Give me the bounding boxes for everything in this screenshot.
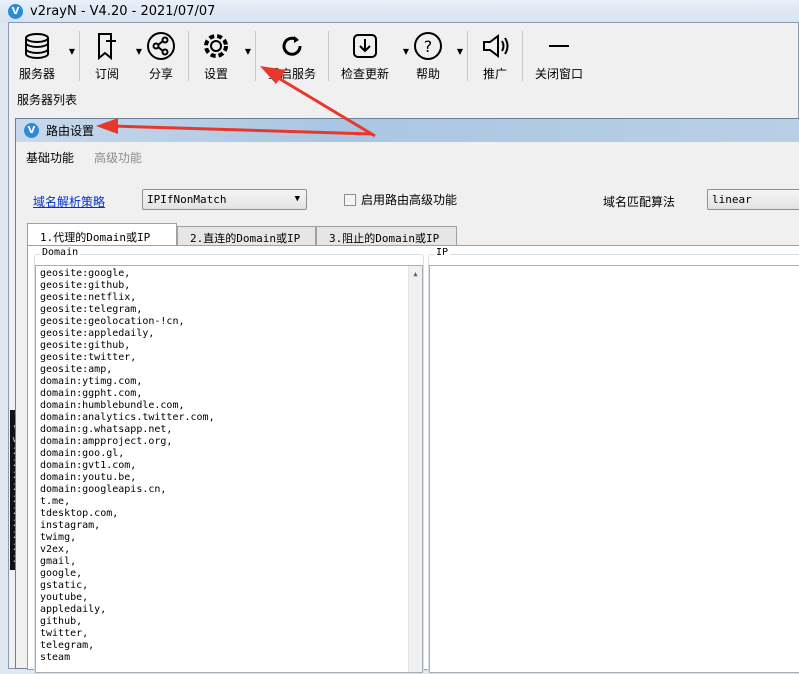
svg-text:?: ? [424, 37, 433, 56]
dropdown-arrow-icon[interactable]: ▼ [69, 47, 75, 56]
toolbar-button-gear[interactable]: 设置 ▼ [195, 27, 251, 83]
checkbox-box[interactable] [344, 193, 356, 206]
title-bar: V v2rayN - V4.20 - 2021/07/07 [0, 0, 799, 22]
help-icon: ? [414, 32, 443, 60]
domain-matcher-label: 域名匹配算法 [603, 195, 676, 209]
toolbar-button-minimize[interactable]: 关闭窗口 [529, 27, 589, 83]
toolbar-button-label: 服务器 [19, 67, 56, 81]
chevron-down-icon: ▼ [294, 194, 300, 204]
toolbar-button-database[interactable]: 服务器 ▼ [13, 27, 75, 83]
scroll-up-icon[interactable]: ▲ [409, 266, 422, 280]
toolbar-button-bookmark-plus[interactable]: 订阅 ▼ [86, 27, 142, 83]
gear-icon [204, 34, 229, 58]
toolbar-button-share[interactable]: 分享 [140, 27, 182, 83]
rule-tabs: 1.代理的Domain或IP 2.直连的Domain或IP 3.阻止的Domai… [27, 223, 457, 246]
dialog-menu: 基础功能 高级功能 [26, 149, 142, 166]
toolbar-button-label: 帮助 [416, 67, 441, 81]
toolbar-separator [79, 31, 81, 81]
dropdown-arrow-icon[interactable]: ▼ [457, 47, 463, 56]
tab-block[interactable]: 3.阻止的Domain或IP [316, 226, 457, 246]
toolbar-button-label: 检查更新 [341, 67, 390, 81]
domain-text: geosite:google, geosite:github, geosite:… [40, 268, 215, 663]
scrollbar[interactable]: ▲ [408, 266, 422, 672]
toolbar-button-help[interactable]: ? 帮助 ▼ [407, 27, 463, 83]
domain-matcher-select[interactable]: linear [707, 189, 799, 210]
ip-group: IP [428, 247, 799, 674]
share-icon [147, 32, 176, 60]
menu-advanced[interactable]: 高级功能 [94, 149, 142, 166]
domain-textarea[interactable]: geosite:google, geosite:github, geosite:… [35, 265, 423, 673]
settings-row: 域名解析策略 IPIfNonMatch ▼ 启用路由高级功能 域名匹配算法 li… [16, 189, 799, 213]
toolbar-button-label: 推广 [483, 67, 508, 81]
tab-direct[interactable]: 2.直连的Domain或IP [177, 226, 316, 246]
toolbar-button-label: 分享 [149, 67, 174, 81]
tab-panel: Domain geosite:google, geosite:github, g… [27, 245, 799, 674]
toolbar-button-megaphone[interactable]: 推广 [474, 27, 516, 83]
toolbar-separator [255, 31, 257, 81]
menu-basic[interactable]: 基础功能 [26, 149, 74, 166]
ip-textarea[interactable] [429, 265, 799, 673]
enable-advanced-checkbox[interactable]: 启用路由高级功能 [344, 191, 457, 208]
database-icon [25, 33, 49, 60]
toolbar-separator [328, 31, 330, 81]
toolbar-button-label: 订阅 [95, 67, 120, 81]
tab-proxy[interactable]: 1.代理的Domain或IP [27, 223, 177, 246]
toolbar-separator [188, 31, 190, 81]
download-icon [353, 34, 378, 58]
dropdown-arrow-icon[interactable]: ▼ [245, 47, 251, 56]
dialog-title: 路由设置 [46, 124, 95, 138]
routing-settings-dialog: V 路由设置 基础功能 高级功能 域名解析策略 IPIfNonMatch ▼ 启… [15, 118, 799, 674]
window-title: v2rayN - V4.20 - 2021/07/07 [30, 3, 216, 19]
domain-matcher-value: linear [712, 193, 752, 206]
toolbar-separator [467, 31, 469, 81]
toolbar-button-reload[interactable]: 重启服务 [262, 27, 322, 83]
app-logo-icon: V [24, 123, 39, 138]
dialog-title-bar: V 路由设置 [16, 119, 799, 142]
server-list-label: 服务器列表 [17, 93, 78, 107]
app-logo-icon: V [8, 3, 23, 19]
megaphone-icon [483, 34, 509, 58]
enable-advanced-label: 启用路由高级功能 [361, 193, 458, 207]
toolbar-separator [522, 31, 524, 81]
toolbar-button-label: 设置 [204, 67, 229, 81]
domain-group: Domain geosite:google, geosite:github, g… [34, 247, 424, 674]
toolbar: 服务器 ▼ 订阅 ▼ 分享 设置 ▼ 重启服务 检查更新 ▼? 帮助 ▼ 推广 关闭窗口 [13, 27, 589, 85]
domain-strategy-select[interactable]: IPIfNonMatch ▼ [142, 189, 307, 210]
ip-group-label: IP [434, 247, 451, 258]
toolbar-button-label: 关闭窗口 [535, 67, 584, 81]
bookmark-plus-icon [98, 33, 117, 61]
domain-strategy-value: IPIfNonMatch [147, 193, 227, 206]
toolbar-button-label: 重启服务 [268, 67, 317, 81]
domain-strategy-link[interactable]: 域名解析策略 [33, 193, 105, 210]
reload-icon [282, 36, 302, 56]
domain-group-label: Domain [40, 247, 81, 258]
toolbar-button-download[interactable]: 检查更新 ▼ [335, 27, 409, 83]
minimize-icon [549, 45, 570, 47]
